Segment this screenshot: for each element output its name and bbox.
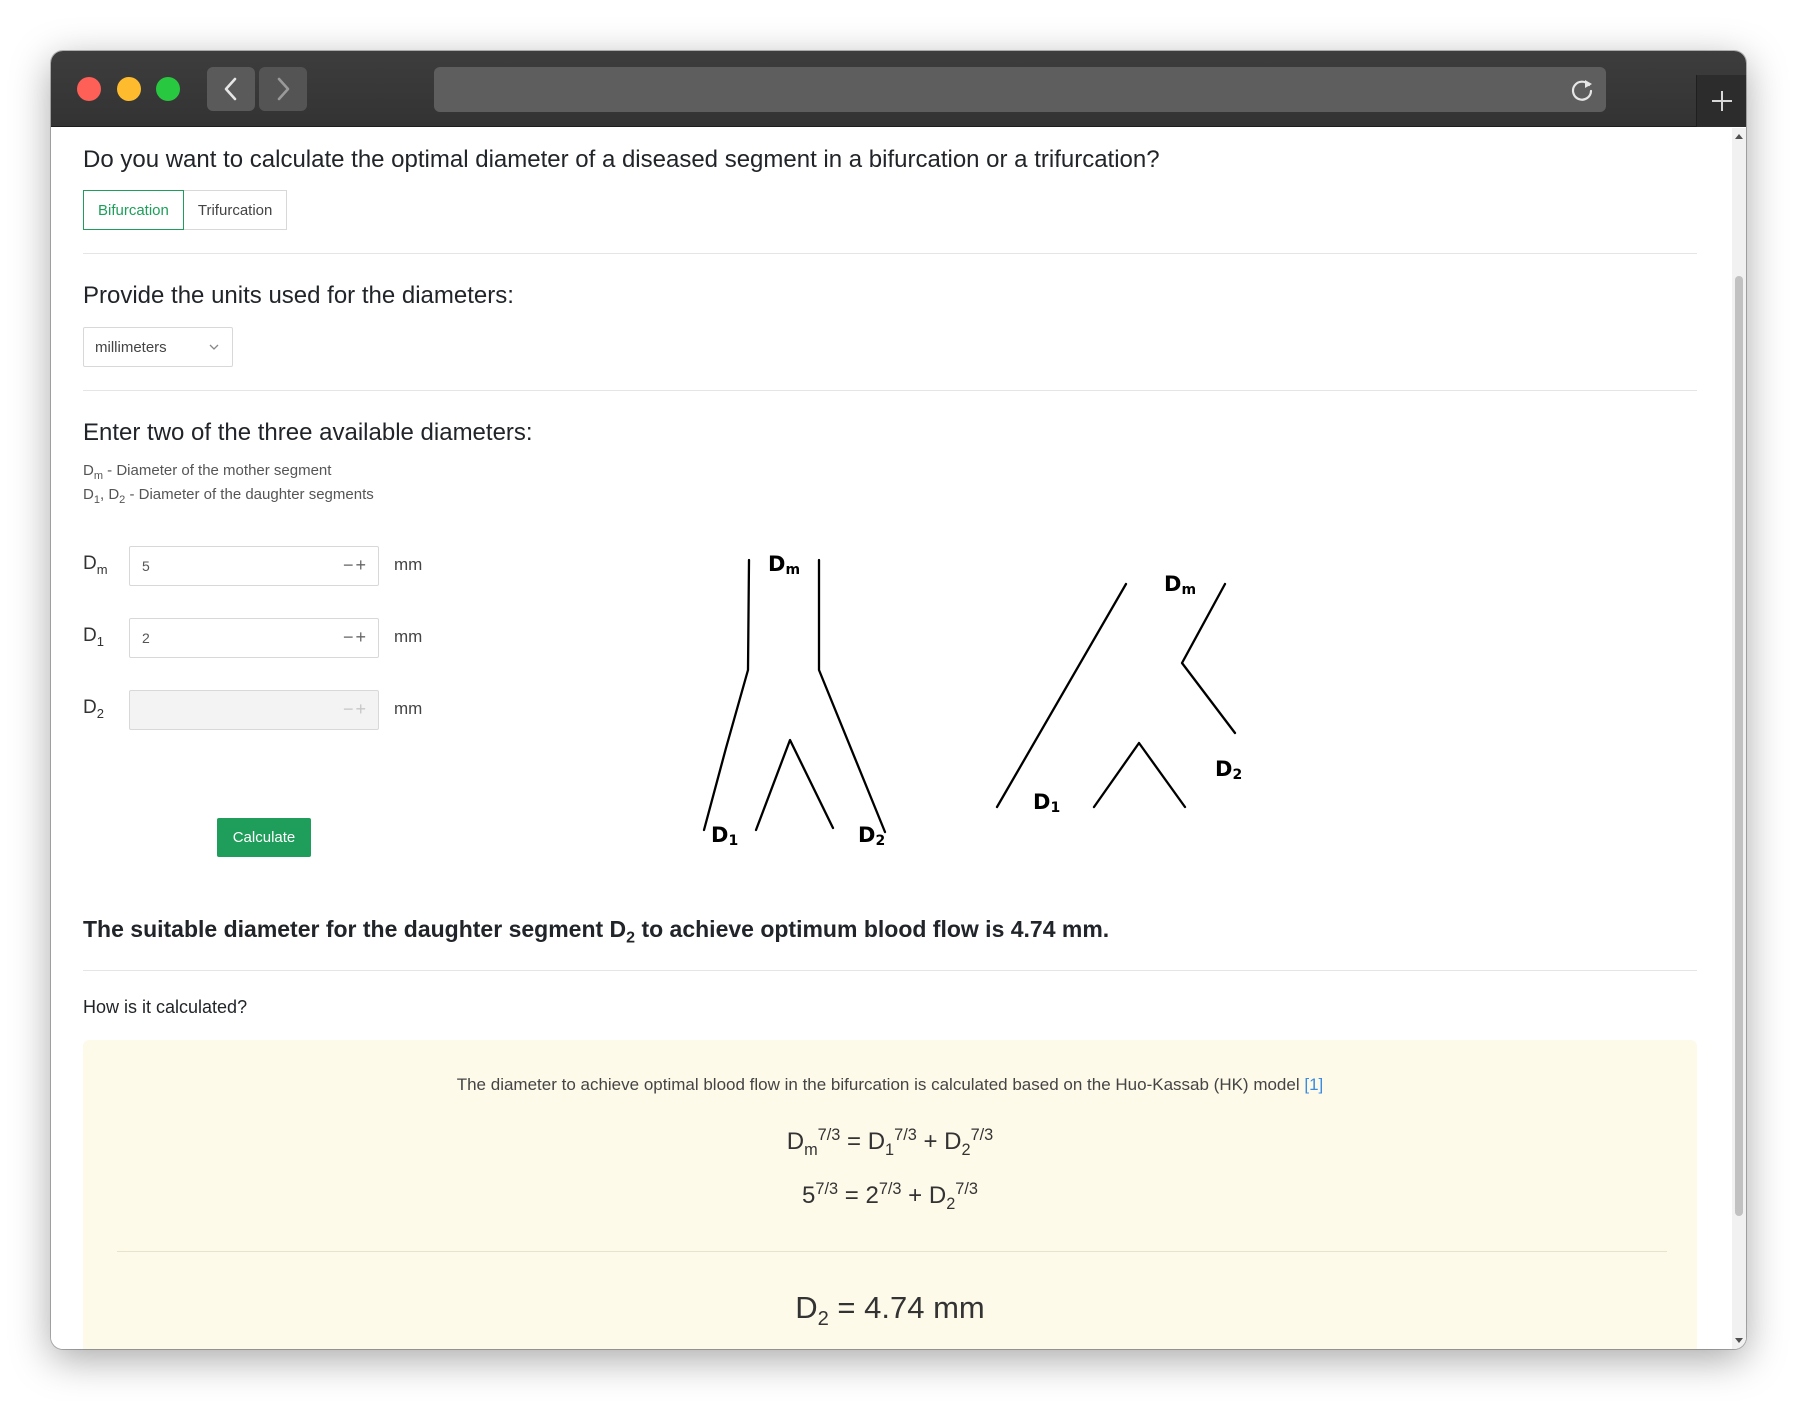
divider — [83, 970, 1697, 971]
plus-icon — [1711, 91, 1732, 111]
close-window-button[interactable] — [77, 77, 101, 101]
calculation-explanation: The diameter to achieve optimal blood fl… — [83, 1040, 1697, 1349]
chevron-down-icon — [209, 344, 219, 350]
d1-input-value: 2 — [142, 630, 150, 646]
d2-input[interactable]: −+ — [129, 690, 379, 730]
d1-unit: mm — [394, 627, 423, 646]
trifurcation-option[interactable]: Trifurcation — [183, 190, 288, 230]
stepper-icon[interactable]: −+ — [343, 627, 368, 648]
dm-input[interactable]: 5 −+ — [129, 546, 379, 586]
type-question: Do you want to calculate the optimal dia… — [83, 146, 1160, 173]
reload-icon[interactable] — [1568, 76, 1596, 104]
forward-button[interactable] — [259, 67, 307, 111]
dm-unit: mm — [394, 555, 423, 574]
diagram-label-dm: Dm — [768, 552, 800, 578]
formula-general: Dm7/3 = D17/3 + D27/3 — [786, 1126, 994, 1159]
stepper-icon[interactable]: −+ — [343, 555, 368, 576]
divider — [83, 253, 1697, 254]
explanation-text: The diameter to achieve optimal blood fl… — [456, 1075, 1324, 1094]
address-bar[interactable] — [434, 67, 1606, 112]
chevron-right-icon — [277, 77, 290, 101]
scroll-up-arrow-icon[interactable] — [1735, 134, 1743, 139]
how-calculated-label: How is it calculated? — [83, 997, 248, 1017]
stepper-icon: −+ — [342, 699, 368, 719]
reference-link[interactable]: [1] — [1304, 1075, 1323, 1094]
diagram-label-d1: D1 — [1033, 790, 1060, 816]
d1-label: D1 — [83, 625, 104, 649]
units-select[interactable]: millimeters — [83, 327, 233, 367]
minimize-window-button[interactable] — [117, 77, 141, 101]
bifurcation-option[interactable]: Bifurcation — [83, 190, 184, 230]
new-tab-button[interactable] — [1696, 75, 1746, 127]
vertical-scrollbar[interactable] — [1732, 128, 1746, 1349]
scroll-down-arrow-icon[interactable] — [1735, 1338, 1743, 1343]
page-viewport: Do you want to calculate the optimal dia… — [51, 128, 1746, 1349]
chevron-left-icon — [224, 77, 237, 101]
dm-input-value: 5 — [142, 558, 150, 574]
d2-unit: mm — [394, 699, 423, 718]
side-branch-diagram: Dm D1 D2 — [995, 572, 1242, 816]
diameters-question: Enter two of the three available diamete… — [83, 419, 533, 446]
browser-window: Do you want to calculate the optimal dia… — [51, 51, 1746, 1349]
divider — [117, 1251, 1667, 1252]
hint-daughters: D1, D2 - Diameter of the daughter segmen… — [83, 486, 374, 506]
diagram-label-d2: D2 — [858, 823, 885, 849]
diagram-label-dm: Dm — [1164, 572, 1196, 598]
result-text: The suitable diameter for the daughter s… — [83, 916, 1110, 947]
formula-result: D2 = 4.74 mm — [795, 1290, 985, 1331]
type-toggle: Bifurcation Trifurcation — [83, 190, 288, 230]
title-bar — [51, 51, 1746, 127]
bifurcation-diagram: Dm D1 D2 — [702, 552, 887, 849]
diagram-label-d2: D2 — [1215, 757, 1242, 783]
units-select-value: millimeters — [95, 338, 167, 356]
calculate-button[interactable]: Calculate — [217, 818, 311, 857]
dm-label: Dm — [83, 553, 108, 577]
hint-mother: Dm - Diameter of the mother segment — [83, 462, 332, 482]
divider — [83, 390, 1697, 391]
d1-input[interactable]: 2 −+ — [129, 618, 379, 658]
formula-substituted: 57/3 = 27/3 + D27/3 — [802, 1180, 978, 1213]
back-button[interactable] — [207, 67, 255, 111]
diagram-label-d1: D1 — [711, 823, 738, 849]
scrollbar-thumb[interactable] — [1735, 276, 1743, 1216]
d2-label: D2 — [83, 697, 104, 721]
units-question: Provide the units used for the diameters… — [83, 282, 514, 309]
maximize-window-button[interactable] — [156, 77, 180, 101]
